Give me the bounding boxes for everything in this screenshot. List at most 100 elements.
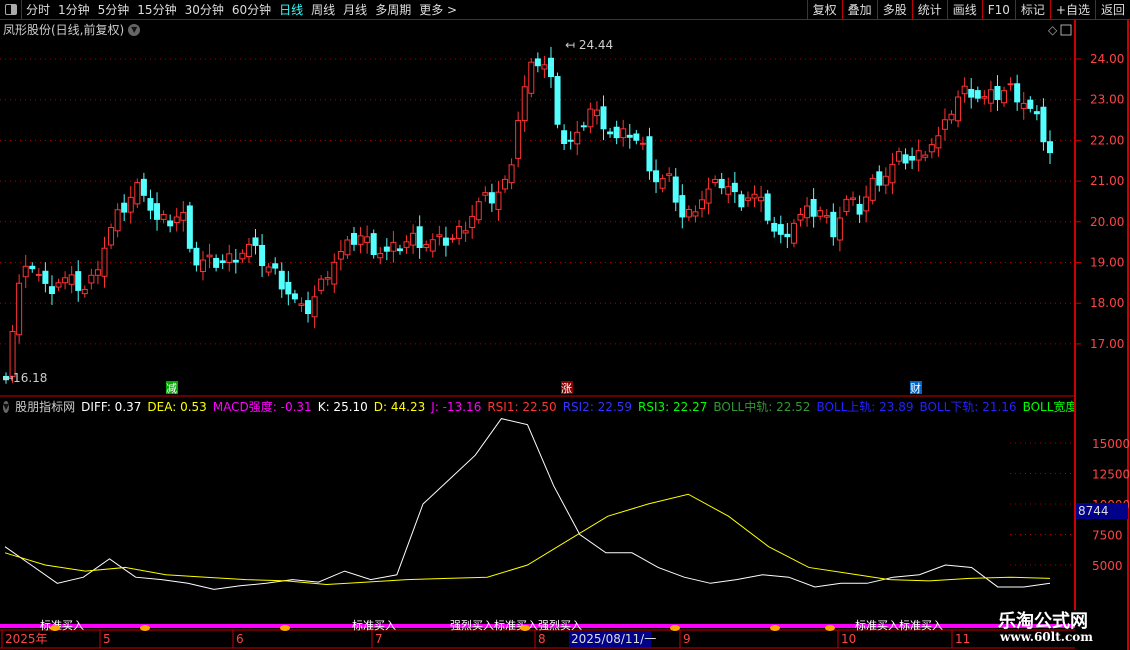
candle-body — [199, 259, 206, 272]
candle-body — [48, 286, 55, 295]
price-tick-label: 19.00 — [1090, 256, 1124, 270]
candle-body — [909, 155, 916, 161]
cursor-date: 2025/08/11/一 — [571, 632, 656, 646]
candle-body — [55, 282, 62, 288]
candle-body — [357, 235, 364, 245]
candle-body — [902, 154, 909, 164]
candle-body — [528, 61, 535, 94]
candle-body — [351, 232, 357, 245]
yellow-line — [4, 493, 1051, 586]
current-value: 8744 — [1078, 504, 1109, 518]
low-price-label: ↤16.18 — [3, 371, 47, 385]
date-label: 7 — [375, 632, 383, 646]
candle-body — [587, 108, 594, 128]
panel-icon — [1060, 24, 1072, 36]
candle-body — [1040, 106, 1047, 143]
candle-body — [666, 173, 673, 176]
candle-body — [442, 237, 449, 246]
candle-body — [173, 216, 180, 224]
candle-body — [574, 131, 581, 145]
candle-body — [784, 233, 791, 238]
candle-body — [1007, 83, 1014, 86]
candle-body — [823, 215, 830, 218]
price-tick-label: 18.00 — [1090, 296, 1124, 310]
candle-body — [593, 109, 600, 117]
candle-body — [147, 198, 154, 211]
candle-body — [9, 330, 16, 377]
candle-body — [895, 151, 902, 162]
candle-body — [771, 222, 778, 232]
candle-body — [370, 233, 377, 256]
indicator-tick-label: 7500 — [1092, 529, 1123, 543]
date-label: 9 — [683, 632, 691, 646]
signal-dot — [825, 625, 835, 631]
candle-body — [495, 191, 502, 210]
candle-body — [561, 130, 568, 145]
date-label: 11 — [955, 632, 970, 646]
candle-body — [318, 278, 325, 291]
candle-body — [423, 244, 430, 248]
candle-body — [508, 164, 515, 184]
candle-body — [915, 150, 922, 161]
signal-dot — [50, 625, 60, 631]
candle-body — [167, 220, 174, 227]
candle-body — [541, 64, 548, 70]
candle-body — [515, 120, 522, 159]
candle-body — [830, 211, 837, 238]
candle-body — [62, 277, 69, 284]
candle-body — [961, 85, 968, 95]
candle-body — [712, 178, 719, 184]
candle-body — [488, 192, 495, 204]
candle-body — [994, 86, 1001, 100]
candle-body — [1014, 83, 1021, 103]
kline-chart[interactable]: ◇ 24.00 23.00 22.00 21.00 20.00 19.00 18.00 17.0… — [0, 0, 1130, 650]
candle-body — [639, 142, 646, 145]
candle-body — [416, 226, 423, 248]
candle-body — [298, 303, 305, 306]
signal-label: 标准买入标准买入 — [855, 618, 943, 632]
candle-body — [705, 188, 712, 204]
candle-body — [974, 90, 981, 99]
candle-body — [140, 178, 147, 196]
price-tick-label: 17.00 — [1090, 337, 1124, 351]
candle-body — [186, 205, 193, 249]
candle-body — [88, 274, 95, 284]
event-marker-text: 财 — [910, 381, 921, 395]
date-label: 10 — [841, 632, 856, 646]
candle-body — [462, 230, 469, 234]
signal-label: 标准买入 — [40, 618, 84, 632]
candle-body — [429, 239, 436, 252]
candle-body — [324, 277, 331, 280]
candle-body — [252, 237, 259, 246]
candle-body — [1020, 102, 1027, 109]
candle-body — [554, 76, 561, 125]
candle-body — [889, 163, 896, 184]
candle-body — [653, 170, 660, 183]
candle-body — [259, 244, 266, 267]
candle-body — [469, 215, 476, 229]
candle-body — [42, 270, 49, 284]
candle-body — [738, 194, 745, 208]
candle-body — [114, 209, 121, 232]
candle-body — [265, 266, 272, 273]
candle-body — [764, 193, 771, 221]
candle-body — [94, 269, 101, 276]
candle-body — [718, 178, 725, 189]
candle-body — [213, 257, 220, 268]
candle-body — [981, 96, 988, 99]
candle-body — [600, 106, 607, 130]
candle-body — [68, 274, 75, 285]
candle-body — [390, 241, 397, 252]
candle-body — [797, 213, 804, 221]
indicator-tick-label: 12500 — [1092, 468, 1130, 482]
candle-body — [219, 260, 226, 264]
price-tick-label: 24.00 — [1090, 52, 1124, 66]
candle-body — [620, 128, 627, 139]
candle-body — [245, 243, 252, 258]
candle-body — [790, 222, 797, 244]
candle-body — [659, 178, 666, 189]
candle-body — [311, 296, 318, 318]
candle-body — [154, 203, 161, 220]
candle-body — [948, 113, 955, 121]
candle-body — [456, 225, 463, 239]
